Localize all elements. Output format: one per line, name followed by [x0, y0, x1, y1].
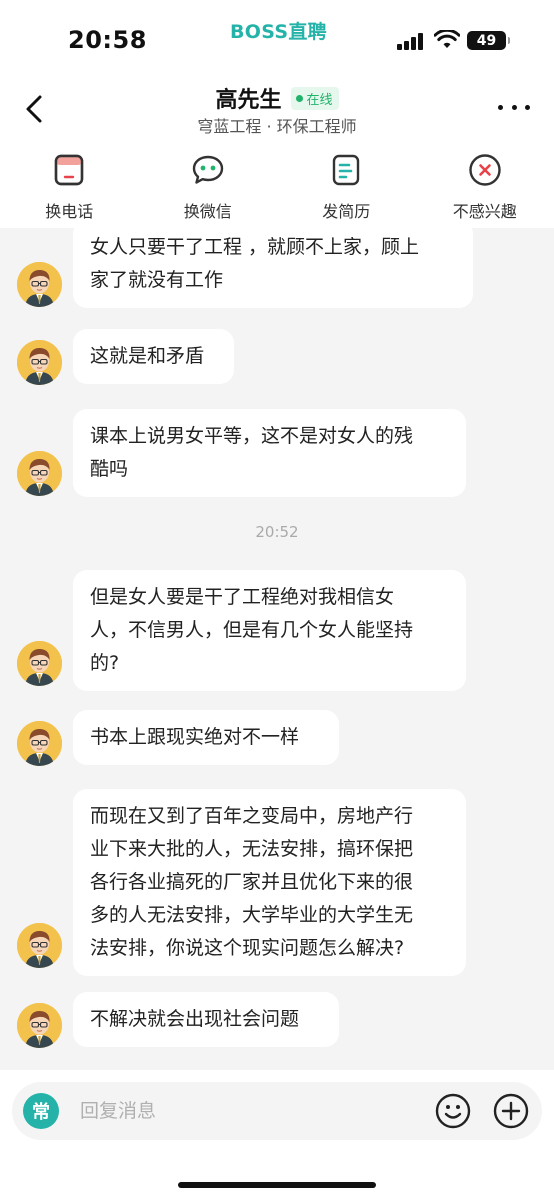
avatar[interactable] — [17, 1003, 62, 1048]
message-line: 课本上说男女平等，这不是对女人的残 — [90, 425, 414, 447]
action-bar: 换电话 换微信 发简历 不感兴趣 — [0, 145, 554, 228]
avatar-image — [17, 721, 62, 766]
wifi-icon — [433, 28, 461, 54]
chat-header: 高先生 在线 穹蓝工程 · 环保工程师 — [0, 75, 554, 145]
message-line: 的? — [90, 652, 120, 674]
avatar[interactable] — [17, 721, 62, 766]
message-line: 但是女人要是干了工程绝对我相信女 — [90, 586, 395, 608]
message-line: 法安排，你说这个现实问题怎么解决? — [90, 937, 405, 959]
avatar-image — [17, 451, 62, 496]
message-bubble[interactable]: 不解决就会出现社会问题 — [73, 992, 339, 1047]
message-bubble[interactable]: 课本上说男女平等，这不是对女人的残 酷吗 — [73, 409, 466, 497]
message-bubble[interactable]: 但是女人要是干了工程绝对我相信女 人，不信男人，但是有几个女人能坚持 的? — [73, 570, 466, 691]
message-line: 这就是和矛盾 — [90, 345, 205, 367]
message-line: 女人只要干了工程 ，就顾不上家，顾上 — [90, 236, 420, 258]
online-dot-icon — [295, 94, 303, 102]
exchange-phone-label: 换电话 — [45, 202, 94, 221]
exchange-phone-button[interactable]: 换电话 — [0, 145, 139, 228]
avatar-image — [17, 641, 62, 686]
more-dot-icon — [498, 104, 503, 110]
chat-message-list[interactable]: 女人只要干了工程 ，就顾不上家，顾上 家了就没有工作 这就是和矛盾 课本上说男女… — [0, 228, 554, 1070]
smiley-face-icon — [435, 1093, 471, 1129]
battery-icon: 49 — [467, 31, 510, 50]
message-bubble[interactable]: 书本上跟现实绝对不一样 — [73, 710, 339, 765]
avatar[interactable] — [17, 262, 62, 307]
more-dot-icon — [525, 104, 530, 110]
avatar-image — [17, 262, 62, 307]
send-resume-label: 发简历 — [322, 202, 371, 221]
message-line: 多的人无法安排，大学毕业的大学生无 — [90, 904, 414, 926]
status-bar: 20:58 BOSS直聘 49 — [0, 0, 554, 75]
not-interested-button[interactable]: 不感兴趣 — [416, 145, 554, 228]
not-interested-label: 不感兴趣 — [452, 202, 517, 221]
message-line: 不解决就会出现社会问题 — [90, 1008, 300, 1030]
avatar[interactable] — [17, 923, 62, 968]
wechat-icon — [190, 152, 226, 188]
not-interested-icon — [467, 152, 503, 188]
message-line: 家了就没有工作 — [90, 269, 224, 291]
emoji-button[interactable] — [435, 1093, 471, 1129]
plus-circle-icon — [493, 1093, 529, 1129]
resume-icon — [328, 152, 364, 188]
contact-name: 高先生 — [215, 88, 282, 113]
message-line: 酷吗 — [90, 458, 129, 480]
message-bubble[interactable]: 而现在又到了百年之变局中，房地产行 业下来大批的人，无法安排，搞环保把 各行各业… — [73, 789, 466, 976]
message-bubble[interactable]: 这就是和矛盾 — [73, 329, 234, 384]
cellular-signal-icon — [397, 33, 423, 50]
avatar-image — [17, 340, 62, 385]
phone-icon — [51, 152, 87, 188]
online-status-badge: 在线 — [290, 86, 339, 110]
message-line: 人，不信男人，但是有几个女人能坚持 — [90, 619, 414, 641]
brand-label: BOSS直聘 — [230, 21, 327, 43]
chat-timestamp: 20:52 — [255, 523, 299, 541]
message-bubble[interactable]: 女人只要干了工程 ，就顾不上家，顾上 家了就没有工作 — [73, 228, 473, 308]
more-options-button[interactable] — [498, 97, 530, 117]
home-indicator — [178, 1182, 376, 1188]
avatar[interactable] — [17, 340, 62, 385]
exchange-wechat-label: 换微信 — [183, 202, 232, 221]
avatar-image — [17, 923, 62, 968]
send-resume-button[interactable]: 发简历 — [277, 145, 416, 228]
more-dot-icon — [511, 104, 517, 110]
avatar[interactable] — [17, 451, 62, 496]
input-container: 常 — [12, 1082, 542, 1140]
avatar-image — [17, 1003, 62, 1048]
avatar[interactable] — [17, 641, 62, 686]
message-line: 书本上跟现实绝对不一样 — [90, 726, 300, 748]
company-title-line: 穹蓝工程 · 环保工程师 — [197, 117, 357, 136]
message-input-bar: 常 — [0, 1070, 554, 1200]
message-line: 而现在又到了百年之变局中，房地产行 — [90, 805, 414, 827]
common-phrases-button[interactable]: 常 — [23, 1093, 59, 1129]
contact-name-row: 高先生 在线 — [0, 82, 554, 114]
status-time: 20:58 — [68, 26, 147, 54]
message-line: 各行各业搞死的厂家并且优化下来的很 — [90, 871, 414, 893]
message-line: 业下来大批的人，无法安排，搞环保把 — [90, 838, 414, 860]
online-label: 在线 — [306, 92, 333, 108]
more-attachments-button[interactable] — [493, 1093, 529, 1129]
reply-message-input[interactable] — [80, 1090, 420, 1132]
exchange-wechat-button[interactable]: 换微信 — [139, 145, 278, 228]
